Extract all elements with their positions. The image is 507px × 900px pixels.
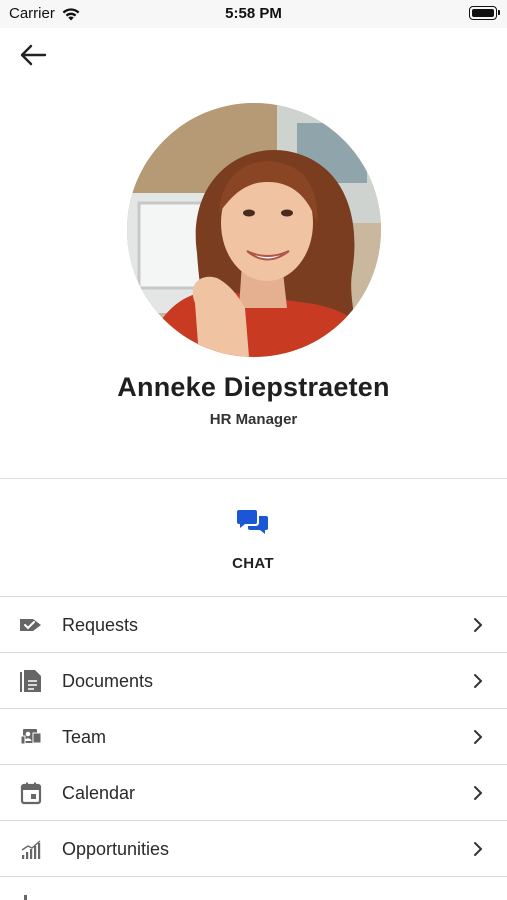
menu-item-requests[interactable]: Requests — [0, 597, 507, 653]
status-time: 5:58 PM — [225, 5, 282, 22]
chart-bars-icon — [21, 840, 41, 859]
profile-photo — [127, 103, 381, 357]
menu-item-label: Team — [62, 727, 107, 747]
menu-item-label: Calendar — [62, 783, 136, 803]
menu-item-label: Opportunities — [62, 839, 170, 859]
back-button[interactable] — [16, 40, 50, 70]
menu-item-documents[interactable]: Documents — [0, 653, 507, 709]
menu-item-label: Documents — [62, 671, 154, 691]
avatar — [127, 103, 381, 357]
chat-bubbles-icon — [237, 510, 268, 534]
profile-name: Anneke Diepstraeten — [117, 372, 390, 402]
profile-role: HR Manager — [209, 411, 298, 428]
menu-item-team[interactable]: Team — [0, 709, 507, 765]
chevron-right-icon — [474, 842, 483, 856]
chevron-right-icon — [474, 786, 483, 800]
partial-menu-icon — [24, 895, 27, 900]
section-divider — [0, 478, 507, 479]
chat-button[interactable]: CHAT — [203, 500, 303, 580]
document-icon — [20, 670, 41, 692]
chevron-right-icon — [474, 618, 483, 632]
team-icon — [20, 729, 42, 745]
battery-icon — [469, 6, 500, 20]
back-arrow-icon — [20, 44, 47, 66]
calendar-icon — [20, 782, 42, 805]
menu-item-opportunities[interactable]: Opportunities — [0, 821, 507, 877]
status-bar: Carrier 5:58 PM — [0, 0, 507, 28]
chevron-right-icon — [474, 730, 483, 744]
menu-item-label: Requests — [62, 615, 139, 635]
requests-arrow-icon — [20, 619, 41, 631]
menu-item-calendar[interactable]: Calendar — [0, 765, 507, 821]
menu-item-partial[interactable] — [0, 877, 507, 900]
menu-list: Requests Documents Team Calendar Opportu… — [0, 597, 507, 900]
chevron-right-icon — [474, 674, 483, 688]
chat-label: CHAT — [232, 555, 274, 572]
